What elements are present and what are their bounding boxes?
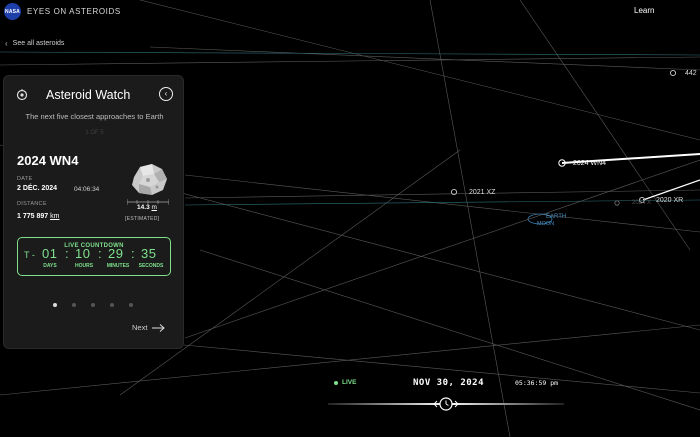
countdown-hours: 10 <box>75 246 91 261</box>
live-dot-icon <box>334 380 338 385</box>
see-all-label: See all asteroids <box>12 40 65 47</box>
orbit-line <box>519 0 691 251</box>
carousel-dot[interactable] <box>53 303 57 307</box>
asteroid-marker-top <box>669 69 677 77</box>
asteroid-label-xz: 2021 XZ <box>469 189 496 196</box>
asteroid-watch-panel: Asteroid Watch ‹ The next five closest a… <box>3 75 184 349</box>
countdown-colon: : <box>131 246 135 261</box>
time-value: 04:06:34 <box>74 186 100 193</box>
size-number: 14.3 <box>137 204 150 211</box>
seconds-unit-label: SECONDS <box>138 263 164 269</box>
orbit-line <box>184 189 700 199</box>
countdown-colon: : <box>65 246 69 261</box>
carousel-dot[interactable] <box>129 303 133 307</box>
countdown-colon: : <box>98 246 102 261</box>
countdown-days: 01 <box>42 246 58 261</box>
app-title: EYES ON ASTEROIDS <box>27 7 121 16</box>
distance-unit[interactable]: km <box>50 213 59 220</box>
asteroid-name: 2024 WN4 <box>17 153 79 168</box>
distance-value: 1 775 897 km <box>17 213 59 220</box>
size-label: 14.3 m <box>132 204 162 211</box>
orbit-line <box>184 199 700 206</box>
carousel-dot[interactable] <box>91 303 95 307</box>
next-button[interactable]: Next <box>132 323 166 332</box>
arrow-right-icon <box>152 323 166 332</box>
time-slider[interactable] <box>328 397 564 411</box>
pager-indicator: 1 OF 5 <box>85 130 104 136</box>
orbit-line <box>0 56 700 66</box>
live-label: LIVE <box>342 379 357 386</box>
collapse-panel-button[interactable]: ‹ <box>159 87 173 101</box>
top-bar: NASA EYES ON ASTEROIDS Learn <box>0 0 700 24</box>
estimated-note: [ESTIMATED] <box>125 216 160 222</box>
orbit-line <box>184 174 700 233</box>
asteroid-watch-icon <box>16 89 28 101</box>
countdown-seconds: 35 <box>141 246 157 261</box>
panel-subtitle: The next five closest approaches to Eart… <box>25 112 164 121</box>
orbit-line <box>149 46 700 71</box>
distance-label: DISTANCE <box>17 201 47 207</box>
countdown-prefix: T - <box>24 250 35 260</box>
earth-label: EARTH <box>546 214 566 220</box>
carousel-dots <box>53 303 138 309</box>
chevron-left-icon: ‹ <box>5 39 8 48</box>
see-all-asteroids-link[interactable]: ‹ See all asteroids <box>5 39 64 48</box>
moon-label: MOON <box>537 221 554 227</box>
size-unit[interactable]: m <box>152 204 157 211</box>
asteroid-rock-image <box>132 164 167 195</box>
days-unit-label: DAYS <box>43 263 57 269</box>
minutes-unit-label: MINUTES <box>106 263 130 269</box>
date-label: DATE <box>17 176 33 182</box>
asteroid-label-wn4: 2024 WN4 <box>573 160 606 167</box>
carousel-dot[interactable] <box>110 303 114 307</box>
distance-number: 1 775 897 <box>17 213 49 220</box>
next-label: Next <box>132 323 148 332</box>
live-countdown: LIVE COUNTDOWN T - 01 : 10 : 29 : 35 DAY… <box>17 237 171 276</box>
asteroid-label-xr: 2020 XR <box>656 197 683 204</box>
date-readout: NOV 30, 2024 <box>413 378 485 388</box>
hours-unit-label: HOURS <box>74 263 94 269</box>
carousel-dot[interactable] <box>72 303 76 307</box>
learn-link[interactable]: Learn <box>634 6 654 15</box>
asteroid-label-faint: 2024 X <box>632 200 651 206</box>
live-button[interactable]: LIVE <box>334 379 356 386</box>
asteroid-label-top: 442 <box>685 70 697 77</box>
panel-title: Asteroid Watch <box>46 88 131 102</box>
nasa-logo[interactable]: NASA <box>4 3 21 20</box>
time-readout: 05:36:59 pm <box>515 379 559 387</box>
orbit-line <box>184 159 700 339</box>
countdown-minutes: 29 <box>108 246 124 261</box>
date-value: 2 DÉC. 2024 <box>17 185 58 192</box>
asteroid-marker-faint <box>614 200 620 206</box>
